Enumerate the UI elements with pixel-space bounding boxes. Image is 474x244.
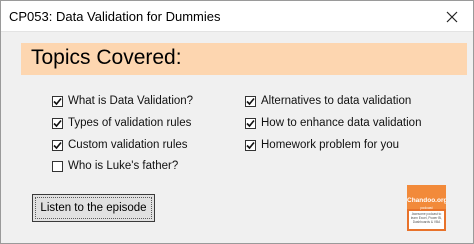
checkbox-label: Types of validation rules bbox=[68, 117, 192, 129]
topics-heading: Topics Covered: bbox=[31, 46, 182, 69]
topic-checkbox-what-is-dv[interactable]: What is Data Validation? bbox=[52, 95, 193, 107]
checkbox-label: Custom validation rules bbox=[68, 139, 188, 151]
checkmark-icon bbox=[53, 141, 62, 149]
topic-checkbox-custom-rules[interactable]: Custom validation rules bbox=[52, 139, 188, 151]
checkbox-label: What is Data Validation? bbox=[68, 95, 194, 107]
checkbox-label: Alternatives to data validation bbox=[261, 95, 412, 107]
close-icon bbox=[446, 11, 458, 22]
checkbox[interactable] bbox=[245, 139, 256, 151]
checkmark-icon bbox=[246, 141, 255, 149]
close-button[interactable] bbox=[437, 5, 467, 28]
topic-checkbox-alternatives[interactable]: Alternatives to data validation bbox=[245, 95, 411, 107]
checkbox[interactable] bbox=[245, 117, 256, 129]
checkbox[interactable] bbox=[52, 160, 63, 172]
topic-checkbox-enhance[interactable]: How to enhance data validation bbox=[245, 117, 421, 129]
checkbox[interactable] bbox=[52, 139, 63, 151]
checkmark-icon bbox=[53, 97, 62, 105]
topic-checkbox-lukes-father[interactable]: Who is Luke's father? bbox=[52, 160, 178, 172]
checkmark-icon bbox=[53, 119, 62, 127]
logo-tag-area: Awesome podcast to learn Excel, Power BI… bbox=[409, 211, 444, 229]
window-title: CP053: Data Validation for Dummies bbox=[9, 9, 221, 24]
topic-checkbox-types-rules[interactable]: Types of validation rules bbox=[52, 117, 191, 129]
focus-ring bbox=[35, 197, 152, 219]
logo-brand-text: Chandoo.org bbox=[407, 197, 446, 204]
checkbox[interactable] bbox=[245, 95, 256, 107]
dialog-content: Topics Covered: What is Data Validation?… bbox=[1, 33, 473, 243]
topic-checkbox-homework[interactable]: Homework problem for you bbox=[245, 139, 399, 151]
listen-episode-button[interactable]: Listen to the episode bbox=[32, 194, 155, 222]
logo-tagline: Awesome podcast to learn Excel, Power BI… bbox=[410, 212, 443, 224]
topics-banner: Topics Covered: bbox=[21, 43, 467, 75]
checkmark-icon bbox=[246, 97, 255, 105]
dialog-window: CP053: Data Validation for Dummies Topic… bbox=[0, 0, 474, 244]
checkbox-label: Who is Luke's father? bbox=[68, 160, 179, 172]
checkbox-label: Homework problem for you bbox=[261, 139, 400, 151]
logo-subtitle: podcast bbox=[420, 206, 433, 210]
checkmark-icon bbox=[246, 119, 255, 127]
checkbox[interactable] bbox=[52, 95, 63, 107]
checkbox-label: How to enhance data validation bbox=[261, 117, 422, 129]
title-bar: CP053: Data Validation for Dummies bbox=[1, 1, 473, 32]
checkbox[interactable] bbox=[52, 117, 63, 129]
podcast-logo: Chandoo.org podcast Awesome podcast to l… bbox=[407, 185, 446, 231]
